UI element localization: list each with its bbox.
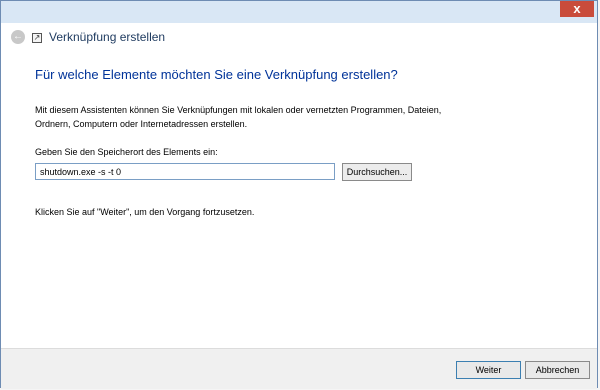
page-heading: Für welche Elemente möchten Sie eine Ver…: [35, 67, 398, 82]
wizard-header: ← ↗ Verknüpfung erstellen: [1, 23, 597, 53]
wizard-footer: Weiter Abbrechen: [1, 348, 597, 389]
title-bar: x: [1, 1, 597, 23]
next-button[interactable]: Weiter: [456, 361, 521, 379]
wizard-content: Für welche Elemente möchten Sie eine Ver…: [1, 53, 597, 348]
browse-button[interactable]: Durchsuchen...: [342, 163, 412, 181]
shortcut-icon: ↗: [32, 33, 42, 43]
wizard-window: x ← ↗ Verknüpfung erstellen Für welche E…: [0, 0, 598, 389]
location-label: Geben Sie den Speicherort des Elements e…: [35, 147, 218, 157]
close-button[interactable]: x: [560, 1, 594, 17]
continue-hint: Klicken Sie auf "Weiter", um den Vorgang…: [35, 207, 255, 217]
back-arrow-icon[interactable]: ←: [11, 30, 25, 44]
wizard-title: Verknüpfung erstellen: [49, 30, 166, 44]
location-input[interactable]: [35, 163, 335, 180]
cancel-button[interactable]: Abbrechen: [525, 361, 590, 379]
description-text: Mit diesem Assistenten können Sie Verknü…: [35, 105, 442, 129]
